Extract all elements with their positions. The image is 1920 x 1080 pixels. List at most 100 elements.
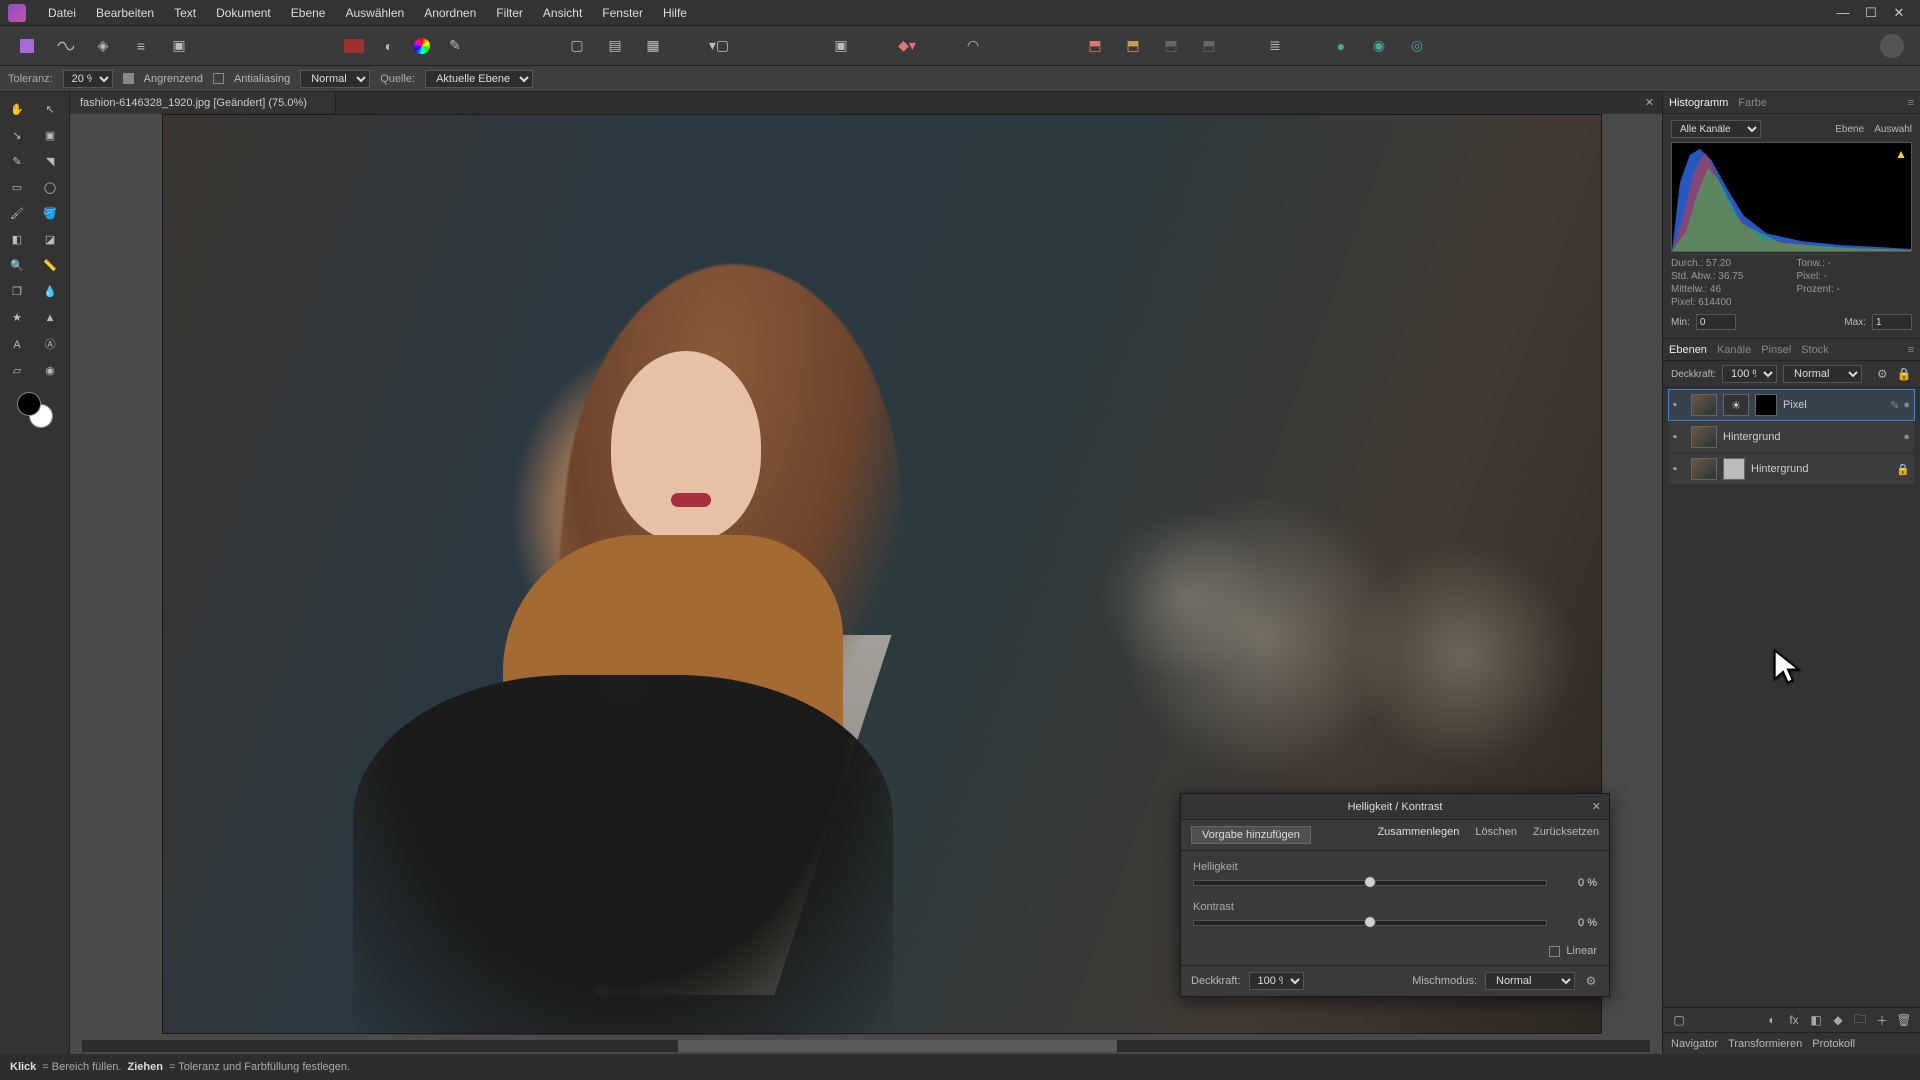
tab-histogramm[interactable]: Histogramm xyxy=(1669,97,1728,109)
globe2-icon[interactable]: ◉ xyxy=(1366,33,1392,59)
marquee-tool-icon[interactable]: ▭ xyxy=(3,175,31,199)
dialog-close-icon[interactable]: ✕ xyxy=(1592,800,1601,813)
crop-tool-icon[interactable]: ▣ xyxy=(36,123,64,147)
select-partial-icon[interactable]: ▤ xyxy=(602,33,628,59)
delete-button[interactable]: Löschen xyxy=(1475,826,1517,844)
tab-stock[interactable]: Stock xyxy=(1801,344,1829,356)
swatch-icon[interactable] xyxy=(344,39,364,53)
add-mask-icon[interactable]: ◧ xyxy=(1808,1012,1824,1028)
hist-max-field[interactable] xyxy=(1872,314,1912,330)
layer-visibility-icon[interactable]: ▪ xyxy=(1673,431,1685,443)
menu-dokument[interactable]: Dokument xyxy=(206,6,281,20)
layer-gear-icon[interactable]: ⚙ xyxy=(1874,366,1890,382)
layer-row[interactable]: ▪ Hintergrund 🔒 xyxy=(1669,454,1914,484)
dropper-icon[interactable]: ✎ xyxy=(442,33,468,59)
minimize-icon[interactable]: — xyxy=(1836,5,1850,21)
fg-color-swatch[interactable] xyxy=(17,392,41,416)
layer-blend-select[interactable]: Normal xyxy=(1783,365,1862,383)
color-wheel-icon[interactable] xyxy=(414,38,430,54)
dlg-blend-select[interactable]: Normal xyxy=(1485,972,1575,990)
add-layer-icon[interactable]: ＋ xyxy=(1874,1012,1890,1028)
tab-protokoll[interactable]: Protokoll xyxy=(1812,1038,1855,1050)
dialog-titlebar[interactable]: Helligkeit / Kontrast ✕ xyxy=(1181,794,1609,820)
star-tool-icon[interactable]: ★ xyxy=(3,305,31,329)
menu-ebene[interactable]: Ebene xyxy=(281,6,336,20)
node-tool-icon[interactable]: ↘ xyxy=(3,123,31,147)
linear-checkbox[interactable] xyxy=(1549,946,1560,957)
hand-tool-icon[interactable]: ✋ xyxy=(3,97,31,121)
lasso-tool-icon[interactable]: ◯ xyxy=(36,175,64,199)
dlg-gear-icon[interactable]: ⚙ xyxy=(1583,973,1599,989)
layer-mask-thumb[interactable] xyxy=(1723,458,1745,480)
clone-tool-icon[interactable]: ❒ xyxy=(3,279,31,303)
menu-ansicht[interactable]: Ansicht xyxy=(533,6,592,20)
contrast-knob[interactable] xyxy=(1364,916,1376,928)
scrollbar-thumb[interactable] xyxy=(678,1040,1117,1052)
marker-icon[interactable]: ◆▾ xyxy=(894,33,920,59)
layer-name[interactable]: Pixel xyxy=(1783,399,1884,411)
document-tab-close-icon[interactable]: ✕ xyxy=(1645,96,1654,109)
layer-name[interactable]: Hintergrund xyxy=(1723,431,1897,443)
brightness-slider[interactable] xyxy=(1193,880,1547,886)
menu-filter[interactable]: Filter xyxy=(486,6,533,20)
layer-row[interactable]: ▪ Hintergrund ● xyxy=(1669,422,1914,452)
layer-edit-icon[interactable]: ✎ xyxy=(1890,399,1899,412)
document-tab[interactable]: fashion-6146328_1920.jpg [Geändert] (75.… xyxy=(70,92,336,114)
source-select[interactable]: Aktuelle Ebene xyxy=(425,70,533,88)
tab-farbe[interactable]: Farbe xyxy=(1738,97,1767,109)
antialias-checkbox[interactable] xyxy=(213,73,224,84)
contiguous-checkbox[interactable] xyxy=(123,73,134,84)
delete-layer-icon[interactable]: 🗑 xyxy=(1896,1012,1912,1028)
tab-ebenen[interactable]: Ebenen xyxy=(1669,344,1707,356)
menu-auswaehlen[interactable]: Auswählen xyxy=(335,6,414,20)
pen-tool-icon[interactable]: ✎ xyxy=(3,149,31,173)
layer-opacity-field[interactable]: 100 % xyxy=(1722,365,1777,383)
select-none-icon[interactable]: ▢ xyxy=(564,33,590,59)
eraser-tool-icon[interactable]: ◪ xyxy=(36,227,64,251)
brush-tool-icon[interactable]: 🖌 xyxy=(3,201,31,225)
brightness-knob[interactable] xyxy=(1364,876,1376,888)
text-tool-icon[interactable]: A xyxy=(3,333,31,357)
vr-icon[interactable]: ◠ xyxy=(960,33,986,59)
menu-anordnen[interactable]: Anordnen xyxy=(414,6,486,20)
add-live-icon[interactable]: ◆ xyxy=(1830,1012,1846,1028)
persona-develop-icon[interactable]: ◈ xyxy=(90,33,116,59)
layer-dot-icon[interactable]: ● xyxy=(1903,431,1910,443)
merge-button[interactable]: Zusammenlegen xyxy=(1377,826,1459,844)
reset-button[interactable]: Zurücksetzen xyxy=(1533,826,1599,844)
menu-bearbeiten[interactable]: Bearbeiten xyxy=(86,6,164,20)
gradient-tool-icon[interactable]: ◧ xyxy=(3,227,31,251)
layer-visibility-icon[interactable]: ▪ xyxy=(1673,399,1685,411)
layer-dot-icon[interactable]: ● xyxy=(1903,399,1910,412)
brightness-contrast-dialog[interactable]: Helligkeit / Kontrast ✕ Vorgabe hinzufüg… xyxy=(1180,793,1610,997)
frame-text-tool-icon[interactable]: Ⓐ xyxy=(36,332,64,356)
crop-icon[interactable]: ▣ xyxy=(828,33,854,59)
mesh-tool-icon[interactable]: ◉ xyxy=(36,359,64,383)
persona-photo-icon[interactable] xyxy=(14,33,40,59)
persona-liquify-icon[interactable] xyxy=(52,33,78,59)
persona-export-icon[interactable]: ▣ xyxy=(166,33,192,59)
globe1-icon[interactable]: ● xyxy=(1328,33,1354,59)
close-icon[interactable]: ✕ xyxy=(1892,5,1906,21)
circle-icon[interactable]: ◐ xyxy=(376,33,402,59)
move-tool-icon[interactable]: ↖ xyxy=(36,97,64,121)
layer-mask-thumb[interactable] xyxy=(1755,394,1777,416)
layer-opt2-icon[interactable]: ⬒ xyxy=(1196,33,1222,59)
tab-transform[interactable]: Transformieren xyxy=(1728,1038,1802,1050)
layer-name[interactable]: Hintergrund xyxy=(1751,463,1890,475)
layer-opt1-icon[interactable]: ⬒ xyxy=(1158,33,1184,59)
zoom-tool-icon[interactable]: 🔍 xyxy=(3,253,31,277)
add-group-icon[interactable]: 🗀 xyxy=(1852,1012,1868,1028)
contrast-slider[interactable] xyxy=(1193,920,1547,926)
persona-tone-icon[interactable]: ≡ xyxy=(128,33,154,59)
measure-tool-icon[interactable]: 📏 xyxy=(36,253,64,277)
layer-dup-icon[interactable]: ⬒ xyxy=(1120,33,1146,59)
menu-fenster[interactable]: Fenster xyxy=(592,6,653,20)
quicklook-icon[interactable]: ▾▢ xyxy=(706,33,732,59)
horizontal-scrollbar[interactable] xyxy=(82,1040,1650,1052)
mask-mode-icon[interactable]: ▢ xyxy=(1671,1012,1687,1028)
globe3-icon[interactable]: ◎ xyxy=(1404,33,1430,59)
menu-datei[interactable]: Datei xyxy=(38,6,86,20)
tab-kanaele[interactable]: Kanäle xyxy=(1717,344,1751,356)
hist-mode-ebene[interactable]: Ebene xyxy=(1835,124,1864,135)
